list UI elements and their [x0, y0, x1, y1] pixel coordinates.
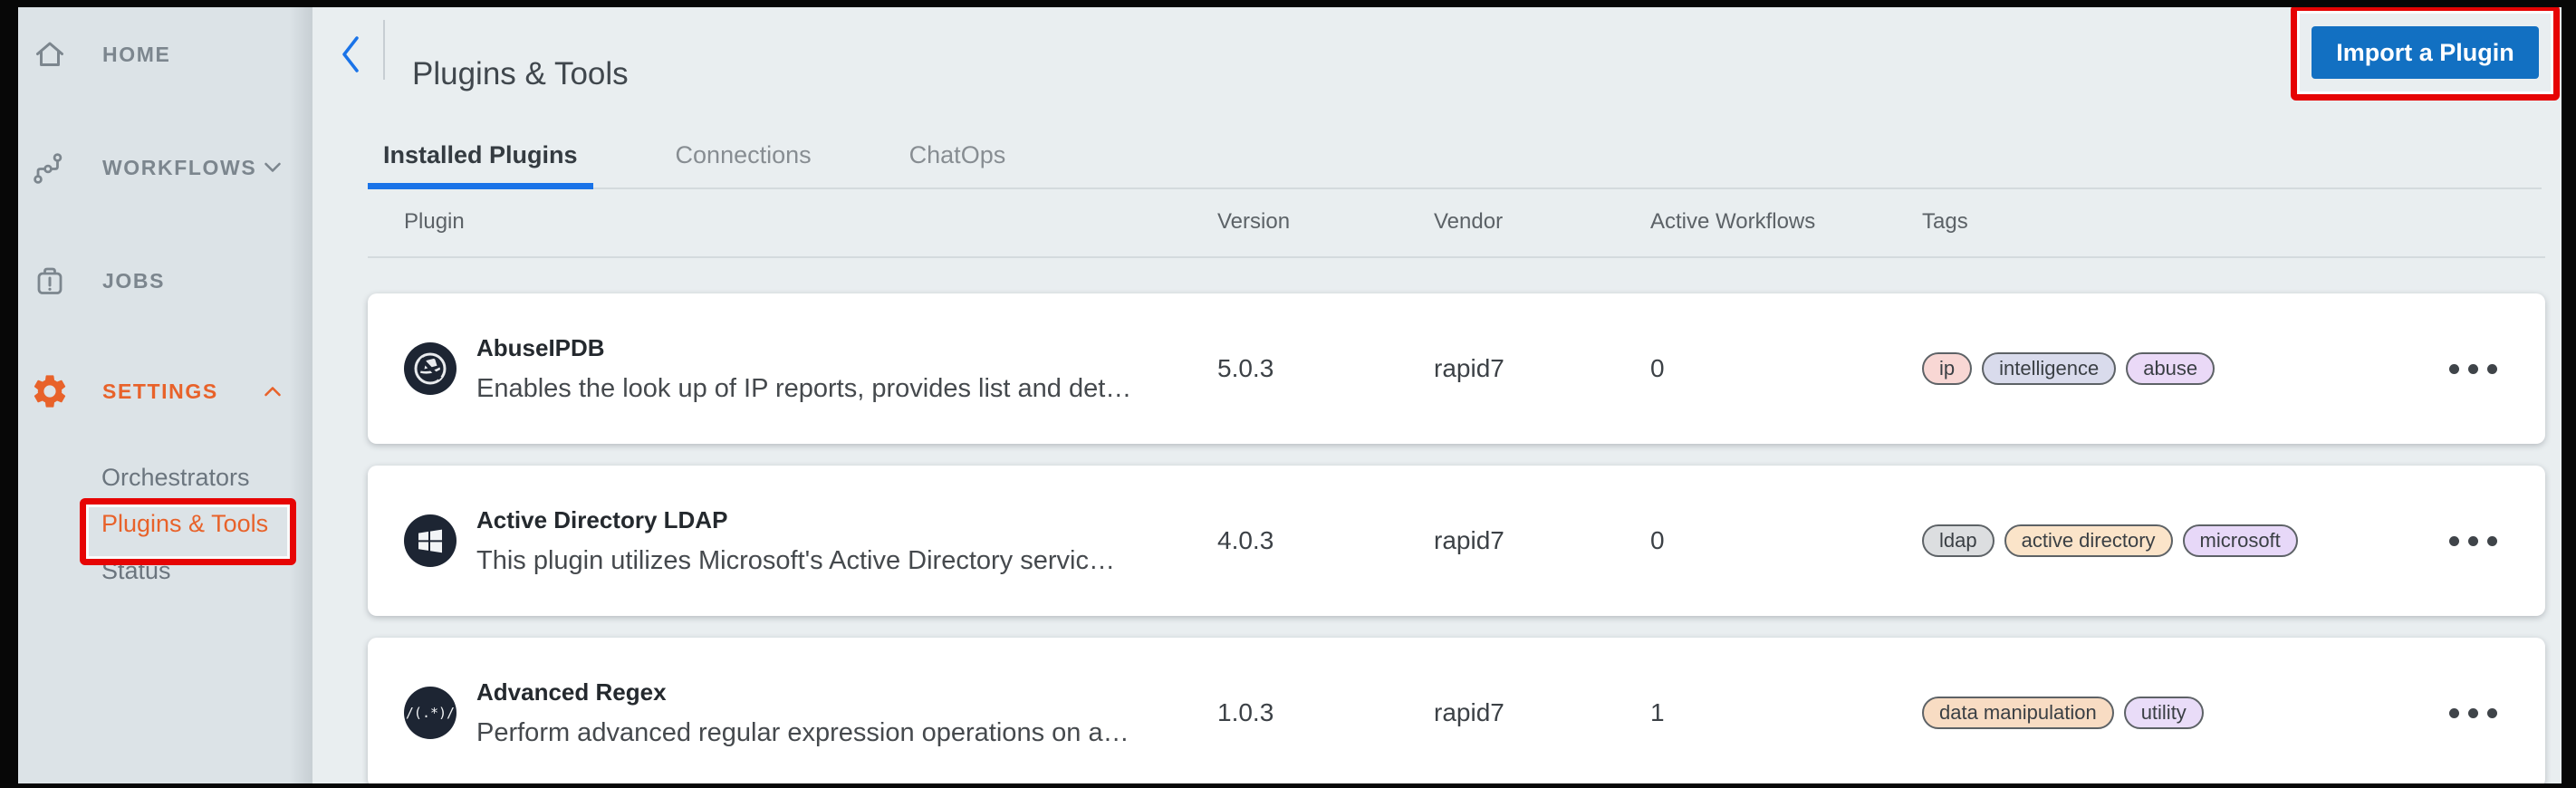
active-workflows-count: 0 [1650, 526, 1665, 554]
plugin-name: Advanced Regex [476, 677, 667, 706]
jobs-icon [30, 261, 70, 301]
tag-pill: abuse [2126, 352, 2216, 385]
plugin-name: Active Directory LDAP [476, 505, 728, 533]
tag-pill: intelligence [1982, 352, 2117, 385]
sidebar-item-orchestrators[interactable]: Orchestrators [101, 456, 250, 499]
table-row[interactable]: AbuseIPDB Enables the look up of IP repo… [368, 293, 2545, 444]
table-row[interactable]: /(.*)/ Advanced Regex Perform advanced r… [368, 638, 2545, 783]
sidebar-item-label: WORKFLOWS [102, 155, 257, 179]
regex-logo: /(.*)/ [404, 687, 457, 739]
abuseipdb-logo [404, 342, 457, 395]
tag-pill: microsoft [2182, 524, 2298, 557]
workflows-icon [30, 148, 70, 187]
plugin-version: 4.0.3 [1217, 526, 1274, 554]
sub-item-label: Status [101, 556, 171, 584]
sidebar-item-label: HOME [102, 42, 171, 66]
sidebar-item-label: SETTINGS [102, 379, 218, 403]
table-row[interactable]: Active Directory LDAP This plugin utiliz… [368, 466, 2545, 616]
active-workflows-count: 0 [1650, 354, 1665, 382]
plugin-vendor: rapid7 [1434, 698, 1504, 726]
plugin-cell: AbuseIPDB Enables the look up of IP repo… [404, 334, 1217, 404]
sidebar-item-workflows[interactable]: WORKFLOWS [30, 140, 302, 195]
chevron-down-icon [264, 161, 282, 174]
sidebar-item-label: JOBS [102, 268, 166, 293]
plugin-cell: /(.*)/ Advanced Regex Perform advanced r… [404, 678, 1217, 748]
chevron-up-icon [264, 385, 282, 398]
home-icon [30, 34, 70, 74]
sidebar-item-plugins-tools[interactable]: Plugins & Tools [101, 502, 268, 545]
plugin-version: 5.0.3 [1217, 354, 1274, 382]
tag-pill: utility [2123, 697, 2204, 729]
sub-item-label: Plugins & Tools [101, 509, 269, 537]
plugin-description: This plugin utilizes Microsoft's Active … [476, 545, 1115, 575]
row-menu-ellipsis-button[interactable] [2423, 514, 2523, 568]
sidebar-item-settings[interactable]: SETTINGS [30, 364, 302, 418]
sidebar-item-jobs[interactable]: JOBS [30, 254, 302, 308]
plugin-cell: Active Directory LDAP This plugin utiliz… [404, 506, 1217, 576]
tags-cell: ip intelligence abuse [1922, 352, 2423, 385]
sub-item-label: Orchestrators [101, 463, 250, 491]
main-content: Plugins & Tools Import a Plugin Installe… [312, 7, 2562, 783]
app-window: HOME WORKFLOWS JOBS SETTINGS Orchestrato… [18, 7, 2562, 783]
plugin-description: Perform advanced regular expression oper… [476, 717, 1129, 747]
settings-gear-icon [30, 371, 70, 411]
plugin-vendor: rapid7 [1434, 354, 1504, 382]
row-menu-ellipsis-button[interactable] [2423, 686, 2523, 740]
sidebar: HOME WORKFLOWS JOBS SETTINGS Orchestrato… [18, 7, 312, 783]
sidebar-item-home[interactable]: HOME [30, 27, 302, 82]
plugin-vendor: rapid7 [1434, 526, 1504, 554]
tags-cell: ldap active directory microsoft [1922, 524, 2423, 557]
import-plugin-button[interactable]: Import a Plugin [2312, 26, 2539, 79]
tags-cell: data manipulation utility [1922, 697, 2423, 729]
row-menu-ellipsis-button[interactable] [2423, 341, 2523, 396]
plugin-list: AbuseIPDB Enables the look up of IP repo… [312, 7, 2562, 783]
plugin-version: 1.0.3 [1217, 698, 1274, 726]
windows-logo [404, 514, 457, 567]
tag-pill: ldap [1922, 524, 1994, 557]
plugin-name: AbuseIPDB [476, 333, 605, 361]
tag-pill: active directory [2004, 524, 2173, 557]
sidebar-item-status[interactable]: Status [101, 549, 171, 592]
plugin-description: Enables the look up of IP reports, provi… [476, 373, 1132, 403]
active-workflows-count: 1 [1650, 698, 1665, 726]
tag-pill: ip [1922, 352, 1973, 385]
tag-pill: data manipulation [1922, 697, 2114, 729]
